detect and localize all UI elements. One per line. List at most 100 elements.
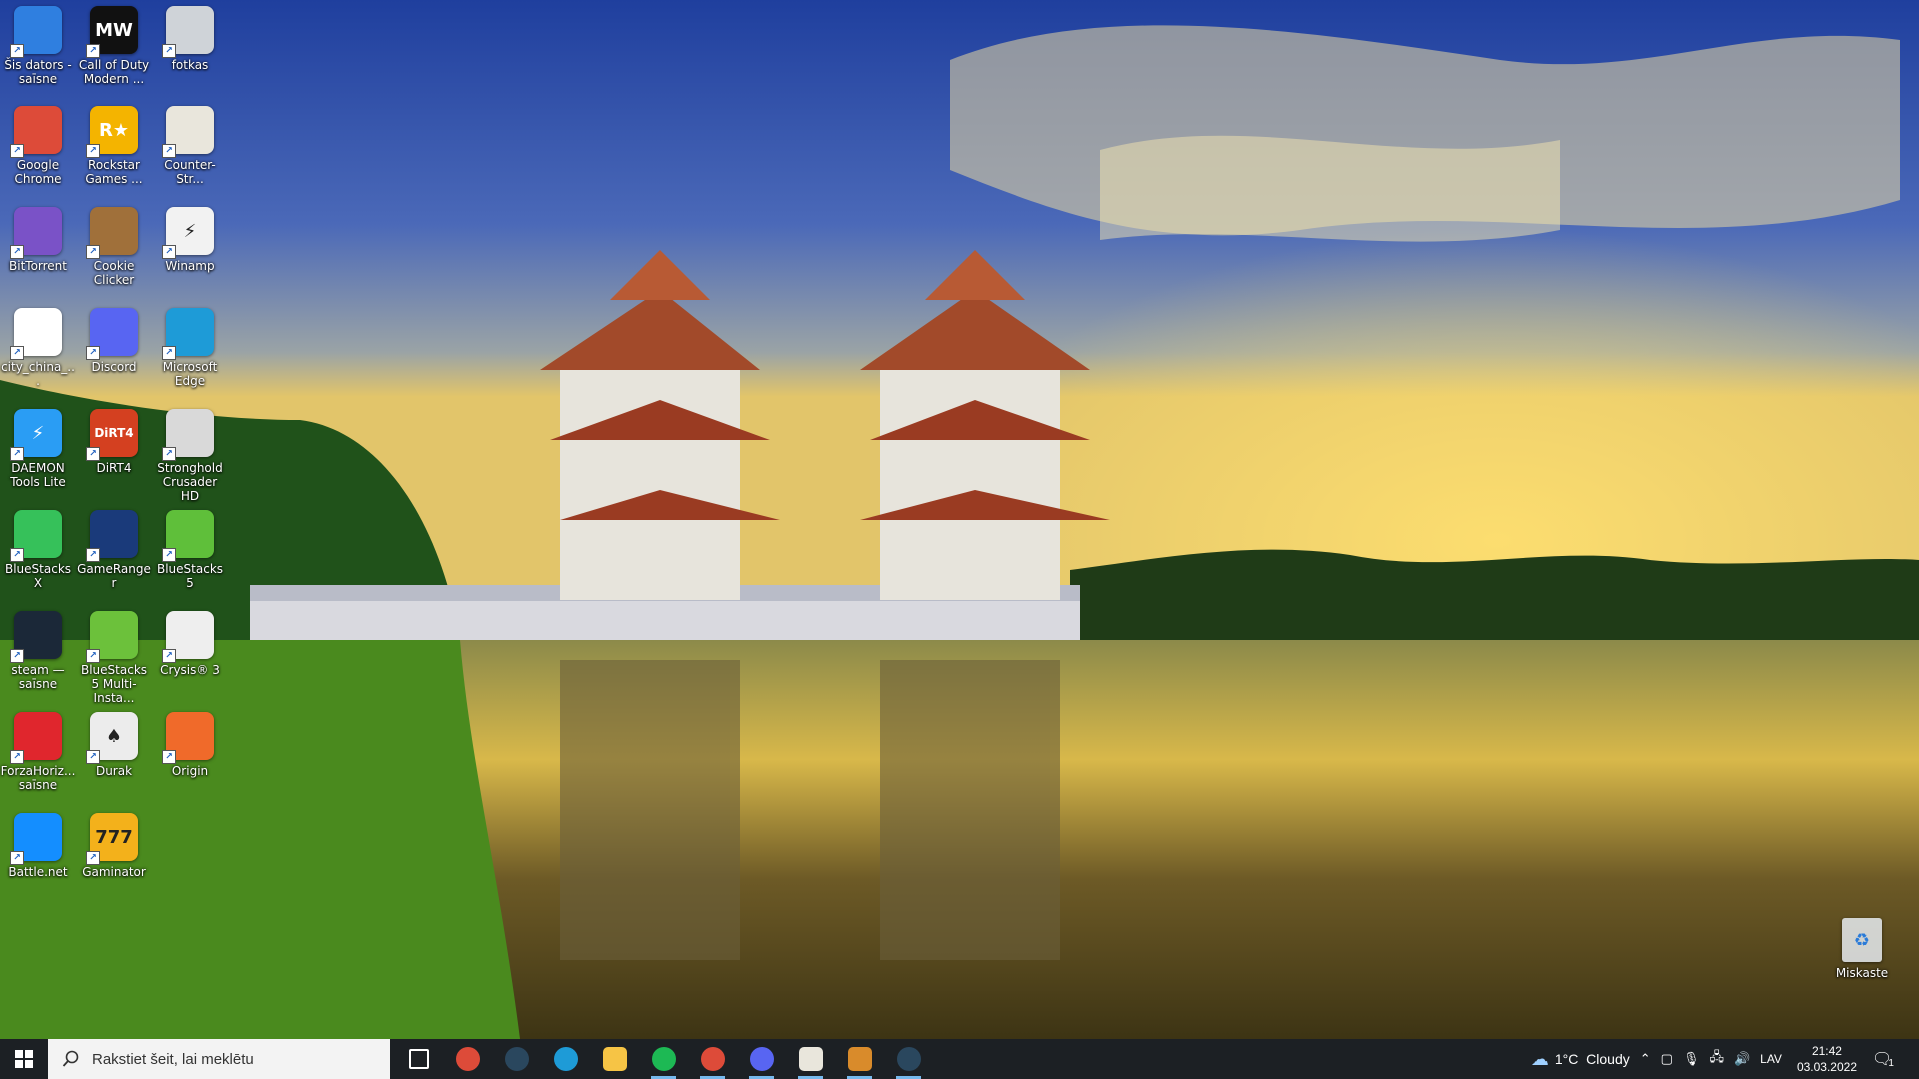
task-view-icon <box>408 1049 429 1069</box>
desktop-shortcut-label: BlueStacks X <box>4 562 72 590</box>
desktop-shortcut-label: Winamp <box>165 259 215 273</box>
desktop-shortcut[interactable]: ⚡ ↗ DAEMON Tools Lite <box>0 409 76 489</box>
shortcut-arrow-icon: ↗ <box>162 346 176 360</box>
shortcut-arrow-icon: ↗ <box>10 44 24 58</box>
desktop-shortcut[interactable]: ↗ BitTorrent <box>0 207 76 273</box>
show-hidden-icons-button[interactable]: ⌃ <box>1635 1039 1656 1079</box>
language-label: LAV <box>1760 1052 1782 1066</box>
volume-button[interactable]: 🔊 <box>1729 1039 1755 1079</box>
shortcut-arrow-icon: ↗ <box>86 649 100 663</box>
desktop-shortcut[interactable]: ↗ city_china_... <box>0 308 76 388</box>
desktop-shortcut[interactable]: 777 ↗ Gaminator <box>76 813 152 879</box>
shortcut-arrow-icon: ↗ <box>10 346 24 360</box>
icon-glyph: DiRT4 <box>94 426 134 440</box>
counter-strike-icon: ↗ <box>162 106 214 158</box>
microphone-button[interactable]: 🎙 <box>1678 1039 1705 1079</box>
windows-logo-icon <box>15 1050 33 1068</box>
taskbar-steam-2-button[interactable] <box>884 1039 933 1079</box>
recycle-bin-shortcut[interactable]: ♻ Miskaste <box>1824 918 1900 980</box>
microphone-icon: 🎙 <box>1682 1051 1700 1066</box>
desktop-shortcut[interactable]: ↗ BlueStacks 5 Multi-Insta... <box>76 611 152 705</box>
taskbar-search-box[interactable]: Rakstiet šeit, lai meklētu <box>48 1039 390 1079</box>
edge-icon <box>553 1047 578 1071</box>
forza-icon: ↗ <box>10 712 62 764</box>
desktop-shortcut-label: Google Chrome <box>14 158 62 186</box>
taskbar-edge-button[interactable] <box>541 1039 590 1079</box>
shortcut-arrow-icon: ↗ <box>10 649 24 663</box>
system-tray: ☁ 1°C Cloudy ⌃ ▢ 🎙 🖧 🔊 LAV 21:42 03.03.2… <box>1526 1039 1919 1079</box>
desktop-shortcut[interactable]: ↗ Battle.net <box>0 813 76 879</box>
gameranger-icon: ↗ <box>86 510 138 562</box>
clock-time: 21:42 <box>1811 1044 1842 1058</box>
notification-center-button[interactable]: 🗨 1 <box>1867 1039 1919 1079</box>
shortcut-arrow-icon: ↗ <box>162 447 176 461</box>
clock[interactable]: 21:42 03.03.2022 <box>1787 1043 1867 1075</box>
desktop-shortcut[interactable]: ↗ Origin <box>152 712 228 778</box>
taskbar-discord-button[interactable] <box>737 1039 786 1079</box>
desktop-shortcut-label: ForzaHoriz... saīsne <box>0 764 76 792</box>
icon-glyph: ⚡ <box>183 220 197 242</box>
taskbar-steam-button[interactable] <box>492 1039 541 1079</box>
steam-icon <box>504 1047 529 1071</box>
taskbar-chrome-2-button[interactable] <box>688 1039 737 1079</box>
recycle-bin-icon: ♻ <box>1842 918 1882 962</box>
network-icon: 🖧 <box>1709 1049 1724 1064</box>
desktop-shortcut[interactable]: ↗ steam — saīsne <box>0 611 76 691</box>
desktop-shortcut[interactable]: ↗ BlueStacks X <box>0 510 76 590</box>
desktop-shortcut-label: steam — saīsne <box>11 663 65 691</box>
desktop-shortcut-label: GameRanger <box>77 562 151 590</box>
desktop-shortcut-label: DiRT4 <box>96 461 132 475</box>
desktop-shortcut[interactable]: ↗ fotkas <box>152 6 228 72</box>
desktop-shortcut-label: Rockstar Games ... <box>85 158 143 186</box>
taskbar-counter-strike-2-button[interactable] <box>835 1039 884 1079</box>
edge-icon: ↗ <box>162 308 214 360</box>
shortcut-arrow-icon: ↗ <box>162 44 176 58</box>
desktop-shortcut-label: Battle.net <box>8 865 68 879</box>
chrome-icon <box>455 1047 480 1071</box>
desktop-shortcut[interactable]: DiRT4 ↗ DiRT4 <box>76 409 152 475</box>
desktop-shortcut[interactable]: ↗ Discord <box>76 308 152 374</box>
computer-icon: ↗ <box>10 6 62 58</box>
desktop-shortcut[interactable]: ↗ Cookie Clicker <box>76 207 152 287</box>
desktop-shortcut-label: Stronghold Crusader HD <box>157 461 223 503</box>
meet-now-button[interactable]: ▢ <box>1656 1039 1678 1079</box>
taskbar-task-view-button[interactable] <box>394 1039 443 1079</box>
desktop-shortcut[interactable]: ⚡ ↗ Winamp <box>152 207 228 273</box>
shortcut-arrow-icon: ↗ <box>10 851 24 865</box>
shortcut-arrow-icon: ↗ <box>10 245 24 259</box>
search-placeholder: Rakstiet šeit, lai meklētu <box>92 1050 254 1068</box>
desktop-shortcut[interactable]: MW ↗ Call of Duty Modern ... <box>76 6 152 86</box>
shortcut-arrow-icon: ↗ <box>162 649 176 663</box>
language-indicator[interactable]: LAV <box>1755 1039 1787 1079</box>
bluestacks-icon: ↗ <box>162 510 214 562</box>
desktop-shortcut[interactable]: ↗ Crysis® 3 <box>152 611 228 677</box>
desktop-shortcut[interactable]: ↗ Counter-Str... <box>152 106 228 186</box>
desktop-shortcut[interactable]: ↗ Microsoft Edge <box>152 308 228 388</box>
desktop-shortcut-label: BlueStacks 5 Multi-Insta... <box>80 663 148 705</box>
taskbar-apps <box>394 1039 933 1079</box>
notification-count: 1 <box>1888 1057 1894 1069</box>
taskbar-spotify-button[interactable] <box>639 1039 688 1079</box>
desktop-shortcut[interactable]: R★ ↗ Rockstar Games ... <box>76 106 152 186</box>
taskbar-counter-strike-button[interactable] <box>786 1039 835 1079</box>
shortcut-arrow-icon: ↗ <box>86 346 100 360</box>
start-button[interactable] <box>0 1039 48 1079</box>
weather-widget[interactable]: ☁ 1°C Cloudy <box>1526 1039 1635 1079</box>
desktop-shortcut[interactable]: ↗ BlueStacks 5 <box>152 510 228 590</box>
icon-glyph: ⚡ <box>31 422 45 444</box>
desktop-shortcut-label: Cookie Clicker <box>93 259 135 287</box>
desktop-shortcut[interactable]: ↗ GameRanger <box>76 510 152 590</box>
desktop-shortcut[interactable]: ↗ Google Chrome <box>0 106 76 186</box>
desktop-shortcut[interactable]: ♠ ↗ Durak <box>76 712 152 778</box>
desktop-shortcut-label: BitTorrent <box>9 259 67 273</box>
desktop-shortcut[interactable]: ↗ Šis dators - saīsne <box>0 6 76 86</box>
daemon-tools-icon: ⚡ ↗ <box>10 409 62 461</box>
network-button[interactable]: 🖧 <box>1704 1039 1729 1079</box>
taskbar-file-explorer-button[interactable] <box>590 1039 639 1079</box>
desktop-shortcut[interactable]: ↗ ForzaHoriz... saīsne <box>0 712 76 792</box>
desktop-shortcut[interactable]: ↗ Stronghold Crusader HD <box>152 409 228 503</box>
weather-text: 1°C Cloudy <box>1554 1051 1630 1067</box>
winamp-icon: ⚡ ↗ <box>162 207 214 259</box>
taskbar-chrome-button[interactable] <box>443 1039 492 1079</box>
gaminator-icon: 777 ↗ <box>86 813 138 865</box>
